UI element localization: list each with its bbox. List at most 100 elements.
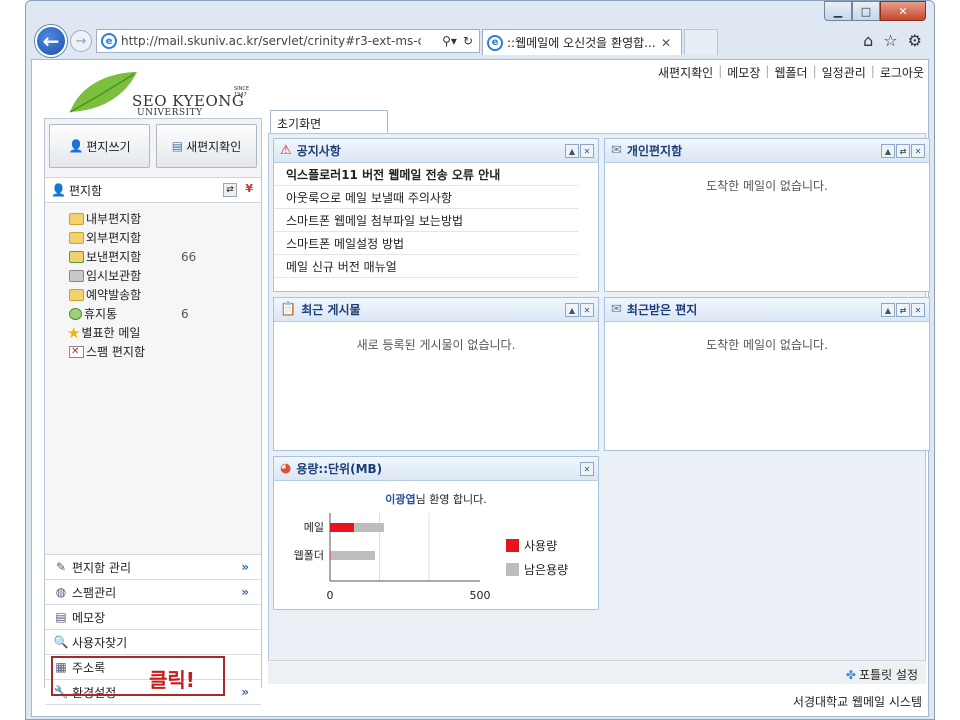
tab-title: ::웹메일에 오신것을 환영합...	[507, 36, 656, 50]
folder-scheduled[interactable]: 예약발송함	[45, 285, 261, 304]
empty-message: 도착한 메일이 없습니다.	[706, 338, 828, 352]
recent-posts-portlet: 📋 최근 게시물 ▲ ✕ 새로 등록된 게시물이 없습니다.	[273, 297, 599, 451]
empty-message: 도착한 메일이 없습니다.	[706, 179, 828, 193]
top-menu-logout[interactable]: 로그아웃	[880, 64, 924, 81]
legend-swatch	[506, 563, 519, 576]
category-label: 웹폴더	[294, 549, 324, 562]
close-icon[interactable]: ✕	[580, 144, 594, 158]
collapse-icon[interactable]: ▲	[565, 303, 579, 317]
top-menu-webfolder[interactable]: 웹폴더	[774, 64, 807, 81]
refresh-icon[interactable]: ⇄	[223, 183, 237, 197]
pencil-icon: ✎	[55, 560, 67, 574]
folder-icon	[69, 288, 84, 301]
menu-memo[interactable]: ▤ 메모장	[45, 605, 261, 630]
menu-mailbox-manage[interactable]: ✎ 편지함 관리»	[45, 555, 261, 580]
notice-item[interactable]: 스마트폰 웹메일 첨부파일 보는방법	[274, 209, 578, 232]
folder-icon	[69, 212, 84, 225]
notice-portlet: ⚠ 공지사항 ▲ ✕ 익스플로러11 버전 웹메일 전송 오류 안내 아웃룩으로 …	[273, 138, 599, 292]
address-text[interactable]: http://mail.skuniv.ac.kr/servlet/crinity…	[121, 34, 421, 48]
user-name: 이광엽	[385, 493, 416, 506]
bar-used	[330, 523, 354, 532]
spam-manage-icon: ◍	[55, 585, 67, 599]
menu-user-search[interactable]: 🔍 사용자찾기	[45, 630, 261, 655]
folder-trash[interactable]: 휴지통 6	[45, 304, 261, 323]
gear-icon[interactable]: ⚙	[908, 31, 922, 50]
puzzle-icon: ✤	[845, 667, 856, 682]
close-icon[interactable]: ✕	[661, 36, 671, 50]
chevron-right-icon[interactable]: »	[241, 585, 249, 599]
settings-highlight-box	[51, 656, 225, 696]
minimize-button[interactable]: ▁	[824, 1, 852, 21]
collapse-icon[interactable]: ▲	[565, 144, 579, 158]
tab-home[interactable]: 초기화면	[270, 110, 388, 134]
chevron-right-icon[interactable]: »	[241, 560, 249, 574]
address-bar[interactable]: e http://mail.skuniv.ac.kr/servlet/crini…	[96, 29, 480, 53]
folder-spam[interactable]: 스팸 편지함	[45, 342, 261, 361]
top-menu-memo[interactable]: 메모장	[727, 64, 760, 81]
x-tick-label: 0	[327, 589, 334, 602]
board-title: 최근 게시물	[301, 303, 361, 317]
refresh-icon[interactable]: ⇄	[896, 303, 910, 317]
folder-count: 66	[181, 249, 197, 264]
forward-icon[interactable]: →	[70, 30, 92, 52]
chevron-right-icon[interactable]: »	[241, 685, 249, 699]
click-annotation: 클릭!	[149, 668, 195, 692]
refresh-icon[interactable]: ⇄	[896, 144, 910, 158]
notice-header: ⚠ 공지사항 ▲ ✕	[274, 139, 598, 163]
title-bar: ▁ □ ✕	[26, 1, 934, 23]
close-icon[interactable]: ✕	[911, 144, 925, 158]
notice-item[interactable]: 메일 신규 버전 매뉴얼	[274, 255, 578, 278]
personal-title: 개인편지함	[626, 144, 683, 158]
trash-icon	[69, 307, 82, 320]
folder-sent[interactable]: 보낸편지함 66	[45, 247, 261, 266]
browser-tab[interactable]: e ::웹메일에 오신것을 환영합... ✕	[482, 29, 682, 55]
university-logo[interactable]: SINCE 1947 SEO KYEONG UNIVERSITY	[62, 70, 252, 118]
mailbox-label: 편지함	[68, 183, 103, 198]
sidebar: 👤 편지쓰기 ▤ 새편지확인 👤 편지함 ⇄ ¥ 내부편지함 외부편지함 보낸편…	[44, 118, 262, 705]
bar-used	[330, 551, 331, 560]
folder-internal[interactable]: 내부편지함	[45, 209, 261, 228]
chevron-down-icon[interactable]: ¥	[245, 182, 253, 195]
close-button[interactable]: ✕	[880, 1, 926, 21]
warning-icon: ⚠	[280, 143, 292, 158]
menu-spam-manage[interactable]: ◍ 스팸관리»	[45, 580, 261, 605]
sent-folder-icon	[69, 250, 84, 263]
x-tick-label: 500	[470, 589, 491, 602]
check-mail-label: 새편지확인	[186, 139, 242, 154]
compose-button[interactable]: 👤 편지쓰기	[49, 124, 150, 168]
check-mail-button[interactable]: ▤ 새편지확인	[156, 124, 257, 168]
star-icon[interactable]: ☆	[883, 31, 897, 50]
new-tab-button[interactable]	[684, 29, 718, 55]
maximize-button[interactable]: □	[852, 1, 880, 21]
quota-title: 용량::단위(MB)	[296, 462, 383, 476]
legend-used: 사용량	[506, 537, 557, 554]
home-icon[interactable]: ⌂	[863, 31, 873, 50]
top-menu-schedule[interactable]: 일정관리	[822, 64, 866, 81]
refresh-icon[interactable]: ↻	[463, 34, 473, 48]
folder-drafts[interactable]: 임시보관함	[45, 266, 261, 285]
folder-count: 6	[181, 306, 189, 321]
close-icon[interactable]: ✕	[580, 462, 594, 476]
portlet-area: ⚠ 공지사항 ▲ ✕ 익스플로러11 버전 웹메일 전송 오류 안내 아웃룩으로 …	[268, 133, 930, 684]
close-icon[interactable]: ✕	[580, 303, 594, 317]
mailbox-header[interactable]: 👤 편지함 ⇄ ¥	[45, 177, 261, 203]
collapse-icon[interactable]: ▲	[881, 144, 895, 158]
collapse-icon[interactable]: ▲	[881, 303, 895, 317]
back-icon[interactable]: ←	[35, 25, 67, 57]
folder-external[interactable]: 외부편지함	[45, 228, 261, 247]
page-viewport: SINCE 1947 SEO KYEONG UNIVERSITY 새편지확인 | …	[31, 59, 930, 717]
compose-label: 편지쓰기	[86, 139, 131, 154]
notice-item[interactable]: 스마트폰 메일설정 방법	[274, 232, 578, 255]
portlet-setting-button[interactable]: ✤ 포틀릿 설정	[846, 666, 918, 683]
pie-chart-icon: ◕	[280, 461, 292, 476]
top-menu-check[interactable]: 새편지확인	[658, 64, 713, 81]
notice-item[interactable]: 아웃룩으로 메일 보낼때 주의사항	[274, 186, 578, 209]
notice-item[interactable]: 익스플로러11 버전 웹메일 전송 오류 안내	[274, 163, 578, 186]
folder-list: 내부편지함 외부편지함 보낸편지함 66 임시보관함 예약발송함 휴지통 6 ★ 별표…	[45, 203, 261, 555]
search-icon[interactable]: ⚲▾	[442, 34, 457, 48]
legend-swatch	[506, 539, 519, 552]
system-name: 서경대학교 웹메일 시스템	[792, 695, 922, 709]
star-icon: ★	[67, 323, 81, 342]
folder-starred[interactable]: ★ 별표한 메일	[45, 323, 261, 342]
close-icon[interactable]: ✕	[911, 303, 925, 317]
